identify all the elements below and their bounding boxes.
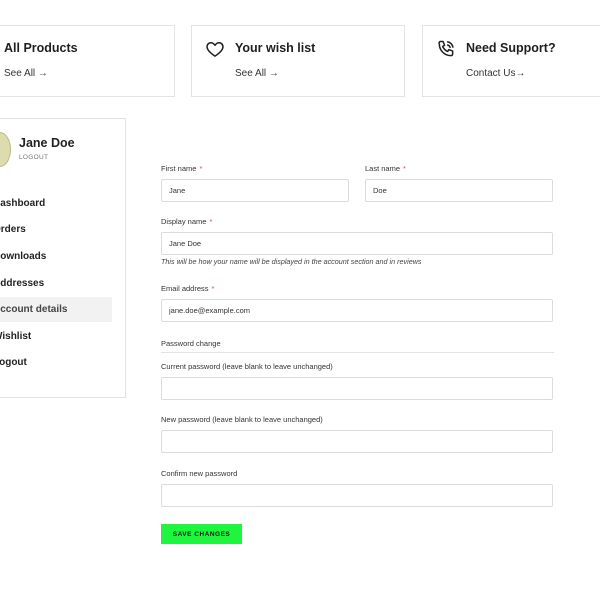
email-field[interactable] (161, 299, 553, 322)
card-title: Need Support? (466, 41, 556, 55)
phone-icon (436, 39, 456, 59)
password-change-heading: Password change (161, 339, 221, 348)
required-mark: * (209, 217, 213, 226)
required-mark: * (211, 284, 215, 293)
card-wish-list: Your wish list See All → (191, 25, 405, 97)
sidebar-item-account-details[interactable]: Account details (0, 297, 112, 322)
logout-link[interactable]: LOGOUT (19, 154, 48, 161)
account-sidebar: Jane Doe LOGOUT Dashboard Orders Downloa… (0, 118, 126, 398)
email-label: Email address * (161, 284, 214, 293)
save-changes-button[interactable]: SAVE CHANGES (161, 524, 242, 544)
see-all-wishlist-link[interactable]: See All → (235, 68, 279, 79)
sidebar-item-wishlist[interactable]: Wishlist (0, 324, 106, 349)
card-all-products: All Products See All → (0, 25, 175, 97)
card-support: Need Support? Contact Us→ (422, 25, 600, 97)
sidebar-item-addresses[interactable]: Addresses (0, 271, 106, 296)
first-name-field[interactable] (161, 179, 349, 202)
new-password-label: New password (leave blank to leave uncha… (161, 415, 323, 424)
last-name-field[interactable] (365, 179, 553, 202)
label-text: First name (161, 164, 197, 173)
sidebar-item-orders[interactable]: Orders (0, 217, 106, 242)
current-password-label: Current password (leave blank to leave u… (161, 362, 333, 371)
card-title: All Products (4, 41, 78, 55)
confirm-password-field[interactable] (161, 484, 553, 507)
sidebar-item-dashboard[interactable]: Dashboard (0, 191, 106, 216)
section-divider (161, 352, 554, 353)
see-all-products-link[interactable]: See All → (4, 68, 48, 79)
required-mark: * (199, 164, 203, 173)
avatar (0, 132, 11, 167)
contact-us-link[interactable]: Contact Us→ (466, 68, 525, 79)
sidebar-item-logout[interactable]: Logout (0, 350, 106, 375)
heart-icon (205, 39, 225, 59)
display-name-hint: This will be how your name will be displ… (161, 257, 422, 266)
user-name: Jane Doe (19, 136, 75, 150)
confirm-password-label: Confirm new password (161, 469, 238, 478)
first-name-label: First name * (161, 164, 202, 173)
label-text: Display name (161, 217, 207, 226)
last-name-label: Last name * (365, 164, 406, 173)
display-name-label: Display name * (161, 217, 212, 226)
sidebar-item-downloads[interactable]: Downloads (0, 244, 106, 269)
current-password-field[interactable] (161, 377, 553, 400)
display-name-field[interactable] (161, 232, 553, 255)
new-password-field[interactable] (161, 430, 553, 453)
required-mark: * (403, 164, 406, 173)
card-title: Your wish list (235, 41, 316, 55)
label-text: Last name (365, 164, 401, 173)
label-text: Email address (161, 284, 209, 293)
